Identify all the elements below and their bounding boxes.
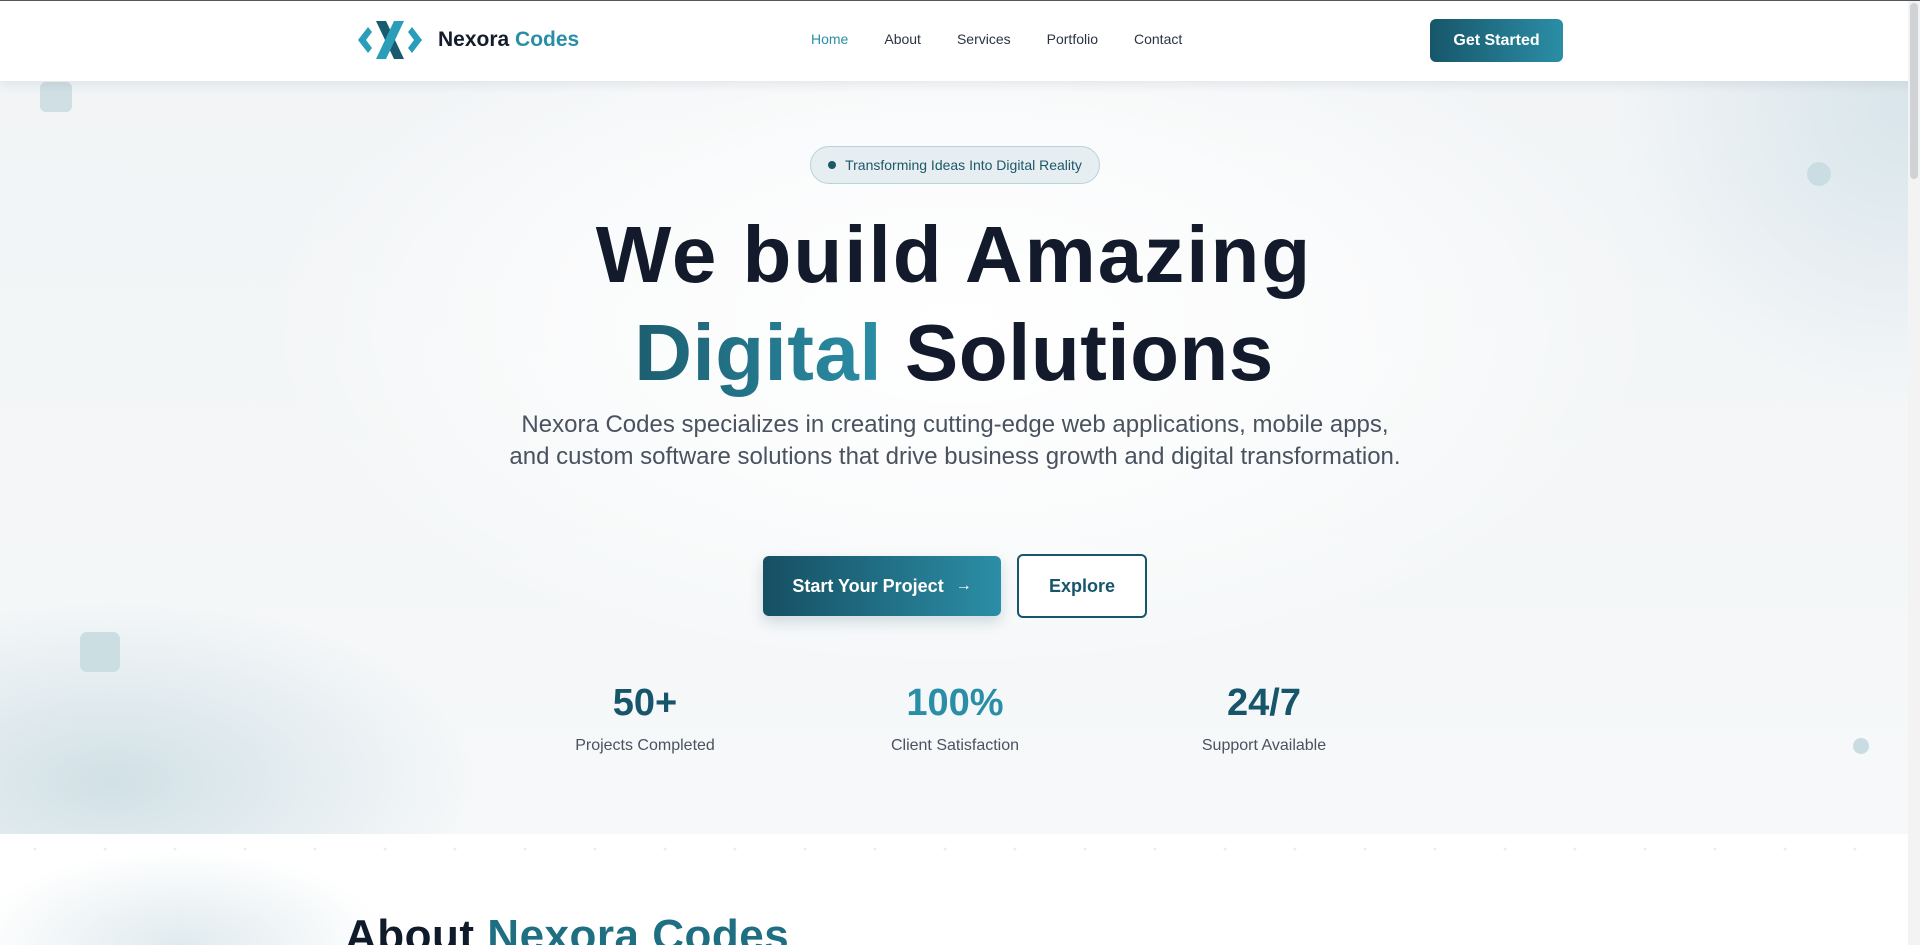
nav-portfolio[interactable]: Portfolio xyxy=(1047,31,1098,47)
page: Transforming Ideas Into Digital Reality … xyxy=(0,0,1920,945)
nav-contact[interactable]: Contact xyxy=(1134,31,1182,47)
hero-section: Transforming Ideas Into Digital Reality … xyxy=(0,1,1920,834)
about-title: About Nexora Codes xyxy=(345,911,789,945)
hero-subtitle: Nexora Codes specializes in creating cut… xyxy=(509,411,1401,470)
stat-label: Client Satisfaction xyxy=(890,737,1020,754)
hero-headline-line-1: We build Amazing xyxy=(595,210,1313,299)
brand-name: Nexora xyxy=(438,28,510,51)
tagline-text: Transforming Ideas Into Digital Reality xyxy=(845,157,1082,173)
hero-headline-line-2: Digital Solutions xyxy=(0,307,1908,399)
stat-support: 24/7 Support Available xyxy=(1144,681,1384,755)
nav-home[interactable]: Home xyxy=(811,31,848,47)
tagline-badge: Transforming Ideas Into Digital Reality xyxy=(810,146,1100,184)
decorative-circle xyxy=(1807,162,1831,186)
decorative-square xyxy=(80,632,120,672)
stat-value: 24/7 xyxy=(1227,682,1301,724)
about-title-accent: Nexora Codes xyxy=(487,911,790,945)
logo[interactable]: Nexora Codes xyxy=(356,19,579,61)
about-title-text: About xyxy=(345,911,475,945)
decorative-circle xyxy=(1853,738,1869,754)
about-section: About Nexora Codes xyxy=(0,834,1920,945)
start-project-button[interactable]: Start Your Project → xyxy=(763,556,1001,616)
dot-pattern xyxy=(0,834,1920,864)
logo-text: Nexora Codes xyxy=(438,28,579,52)
start-project-label: Start Your Project xyxy=(792,575,944,596)
nav-about[interactable]: About xyxy=(884,31,921,47)
main-nav: Home About Services Portfolio Contact xyxy=(811,31,1218,47)
badge-dot-icon xyxy=(828,161,837,169)
stat-projects: 50+ Projects Completed xyxy=(525,681,765,755)
stat-label: Support Available xyxy=(1201,737,1327,754)
brand-name-accent: Codes xyxy=(515,28,580,51)
stat-value: 50+ xyxy=(612,682,678,724)
decorative-square xyxy=(40,82,72,112)
stat-satisfaction: 100% Client Satisfaction xyxy=(835,681,1075,755)
logo-mark-icon xyxy=(358,21,422,59)
page-scrollbar[interactable] xyxy=(1908,1,1920,945)
stat-value: 100% xyxy=(906,682,1004,724)
navbar: Nexora Codes Home About Services Portfol… xyxy=(0,1,1920,81)
arrow-right-icon: → xyxy=(955,577,972,594)
headline-rest: Solutions xyxy=(904,308,1274,397)
headline-accent: Digital xyxy=(634,308,883,397)
explore-button[interactable]: Explore xyxy=(1017,554,1147,618)
scrollbar-thumb[interactable] xyxy=(1910,3,1918,179)
get-started-button[interactable]: Get Started xyxy=(1430,19,1563,62)
stat-label: Projects Completed xyxy=(575,737,715,754)
nav-services[interactable]: Services xyxy=(957,31,1011,47)
